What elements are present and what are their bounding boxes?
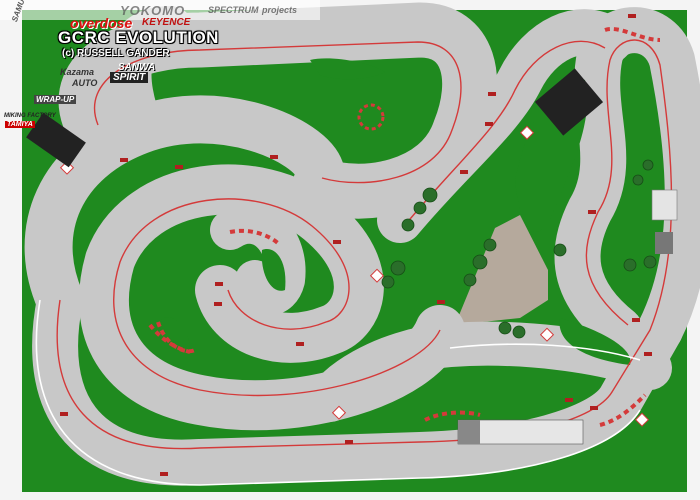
tree xyxy=(401,218,415,232)
tree xyxy=(472,254,488,270)
car xyxy=(565,398,573,402)
car xyxy=(345,440,353,444)
tree xyxy=(632,174,644,186)
car xyxy=(644,352,652,356)
tree xyxy=(483,238,497,252)
tree xyxy=(553,243,567,257)
car xyxy=(460,170,468,174)
sponsor-spirit: SPIRIT xyxy=(110,72,149,83)
page-title: GCRC EVOLUTION xyxy=(58,28,219,47)
tree xyxy=(512,325,526,339)
tree xyxy=(498,321,512,335)
car xyxy=(488,92,496,96)
car xyxy=(214,302,222,306)
sponsor-projects: projects xyxy=(262,5,298,15)
track-map xyxy=(0,0,700,492)
tree xyxy=(643,255,657,269)
car xyxy=(175,165,183,169)
roundabout xyxy=(357,103,385,131)
car xyxy=(160,472,168,476)
car xyxy=(485,122,493,126)
tree xyxy=(413,201,427,215)
tree xyxy=(623,258,637,272)
tree xyxy=(422,187,438,203)
pit-building-dark xyxy=(458,420,480,444)
car xyxy=(296,342,304,346)
sponsor-wrap-up: WRAP-UP xyxy=(34,95,77,104)
car xyxy=(120,158,128,162)
sponsor-spectrum: SPECTRUM xyxy=(208,5,259,15)
sponsor-tamiya: TAMIYA xyxy=(5,121,35,128)
car xyxy=(628,14,636,18)
sponsor-miking-factory: MIKING FACTORY xyxy=(4,113,56,119)
tree xyxy=(642,159,654,171)
tree xyxy=(390,260,406,276)
tree xyxy=(381,275,395,289)
car xyxy=(588,210,596,214)
car xyxy=(437,300,445,304)
building-right xyxy=(651,189,678,221)
car xyxy=(632,318,640,322)
sponsor-keyence: KEYENCE xyxy=(142,17,191,28)
car xyxy=(333,240,341,244)
building-right-dark xyxy=(655,232,673,254)
car xyxy=(590,406,598,410)
sponsor-kazama: Kazama xyxy=(60,67,95,77)
tree xyxy=(463,273,477,287)
credit-text: (c) RUSSELL GANDER xyxy=(62,48,170,59)
car xyxy=(215,282,223,286)
car xyxy=(60,412,68,416)
sponsor-auto: AUTO xyxy=(72,78,98,88)
car xyxy=(270,155,278,159)
